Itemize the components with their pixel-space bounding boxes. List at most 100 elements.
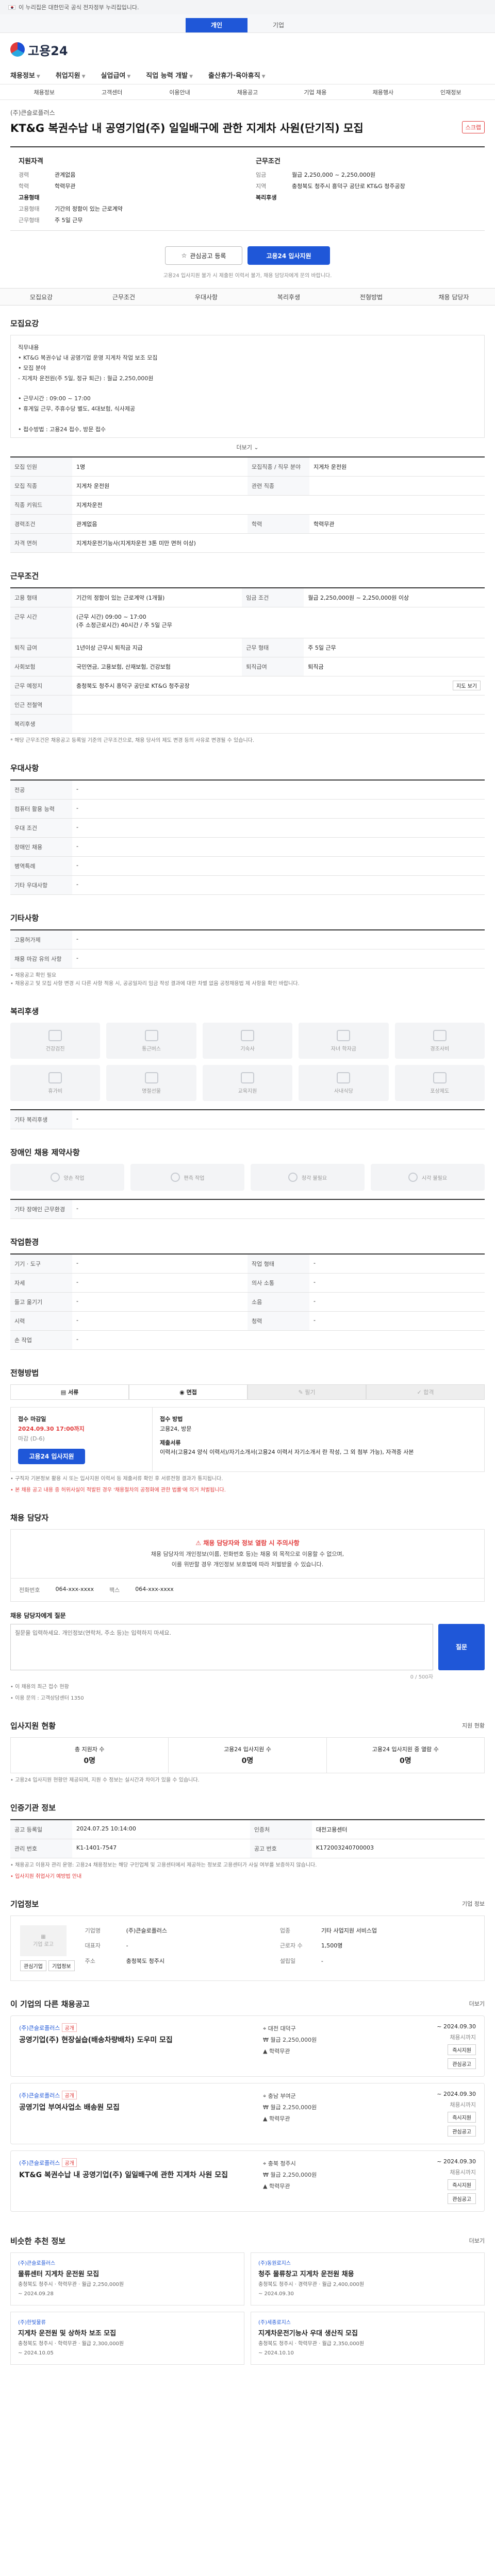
subnav-item[interactable]: 채용공고: [213, 88, 281, 96]
anchor-conditions[interactable]: 근무조건: [82, 293, 165, 301]
rec-title[interactable]: 물류센터 지게차 운전원 모집: [18, 2268, 237, 2280]
company-value: (주)큰슬로플러스: [126, 1927, 168, 1934]
tab-personal[interactable]: 개인: [186, 18, 248, 32]
section-title: 입사지원 현황: [10, 1721, 56, 1731]
job-card-meta: ⌖ 충남 부여군 ₩ 월급 2,250,000원 ▲ 학력무관: [263, 2091, 387, 2137]
nav-item-leave[interactable]: 출산휴가·육아휴직 ▼: [208, 70, 266, 80]
building-icon: ▦: [41, 1934, 46, 1940]
favorite-company-button[interactable]: 관심기업: [20, 1960, 46, 1971]
table-value: -: [72, 1330, 485, 1350]
process-step-written: ✎ 필기: [248, 1384, 366, 1400]
subnav-item[interactable]: 인재정보: [417, 88, 485, 96]
job-card-tag: 공개: [62, 2023, 77, 2032]
table-value: 주 5일 근무: [304, 638, 485, 658]
table-value: -: [72, 1292, 248, 1312]
quick-apply-button[interactable]: 즉시지원: [448, 2111, 476, 2123]
recommend-card[interactable]: (주)큰슬로플러스 물류센터 지게차 운전원 모집 충청북도 청주시 · 학력무…: [10, 2252, 244, 2306]
job-card-meta: ⌖ 충북 청주시 ₩ 월급 2,250,000원 ▲ 학력무관: [263, 2158, 387, 2204]
nav-item-training[interactable]: 직업 능력 개발 ▼: [146, 70, 193, 80]
subnav-item[interactable]: 채용행사: [349, 88, 417, 96]
tab-company[interactable]: 기업: [248, 18, 309, 32]
applicants-more-link[interactable]: 지원 현황: [462, 1721, 485, 1730]
notice-info-table: 공고 등록일 2024.07.25 10:14:00 인증처 대전고용센터 관리 번호…: [10, 1819, 485, 1858]
job-card[interactable]: (주)큰슬로플러스 공개 KT&G 복권수납 내 공영기업(주) 일일배구에 관한…: [10, 2150, 485, 2212]
job-card[interactable]: (주)큰슬로플러스 공개 공영기업(주) 현장실습(배송차량배차) 도우미 모집 …: [10, 2015, 485, 2077]
section-title-row: 입사지원 현황 지원 현황: [10, 1720, 485, 1731]
phone-value: 064-xxx-xxxx: [55, 1585, 94, 1592]
job-card-title[interactable]: 공영기업(주) 현장실습(배송차량배차) 도우미 모집: [19, 2035, 236, 2046]
expand-button[interactable]: 더보기 ⌄: [10, 438, 485, 456]
rec-date: ~ 2024.10.10: [258, 2350, 294, 2357]
rec-title[interactable]: 지게차운전기능사 우대 생산직 모집: [258, 2328, 477, 2340]
summary-value: 월급 2,250,000 ~ 2,250,000원: [292, 172, 376, 179]
table-key: 임금 조건: [242, 588, 304, 608]
anchor-process[interactable]: 전형방법: [330, 293, 412, 301]
nav-item-unemployment[interactable]: 실업급여 ▼: [101, 70, 131, 80]
notice-note-link[interactable]: • 입사지원 취업사기 예방법 안내: [10, 1873, 485, 1881]
question-input[interactable]: [10, 1623, 433, 1670]
summary-key: 지역: [256, 183, 267, 190]
process-apply-button[interactable]: 고용24 입사지원: [18, 1449, 85, 1465]
section-title: 전형방법: [10, 1368, 39, 1378]
subnav-item[interactable]: 고객센터: [78, 88, 145, 96]
interest-button[interactable]: ☆ 관심공고 등록: [165, 246, 242, 265]
cafeteria-icon: [337, 1072, 351, 1083]
rec-title[interactable]: 지게차 운전원 및 상하차 보조 모집: [18, 2328, 237, 2340]
apply-button[interactable]: 고용24 입사지원: [248, 246, 330, 265]
deadline-sub: 마감 (D-6): [18, 1435, 45, 1442]
subnav-item[interactable]: 기업 채용: [282, 88, 349, 96]
interest-job-button[interactable]: 관심공고: [448, 2058, 476, 2069]
nav-item-jobs[interactable]: 채용정보 ▼: [10, 70, 40, 80]
recommend-card[interactable]: (주)동원로지스 청주 물류창고 지게차 운전원 채용 충청북도 청주시 · 경…: [251, 2252, 485, 2306]
table-key: 근무 시간: [10, 607, 72, 639]
recommend-more-link[interactable]: 더보기: [469, 2236, 485, 2245]
rec-title[interactable]: 청주 물류창고 지게차 운전원 채용: [258, 2268, 477, 2280]
warning-title: ⚠ 채용 담당자와 정보 열람 시 주의사항: [19, 1538, 476, 1549]
quick-apply-button[interactable]: 즉시지원: [448, 2179, 476, 2190]
step-label: 면접: [186, 1389, 197, 1396]
recommend-card[interactable]: (주)세종로지스 지게차운전기능사 우대 생산직 모집 충청북도 청주시 · 학…: [251, 2312, 485, 2365]
subnav-item[interactable]: 이용안내: [146, 88, 213, 96]
interest-job-button[interactable]: 관심공고: [448, 2193, 476, 2204]
same-company-more-link[interactable]: 더보기: [469, 1999, 485, 2008]
logo-text: 고용24: [28, 43, 68, 58]
interest-job-button[interactable]: 관심공고: [448, 2125, 476, 2137]
recommend-card[interactable]: (주)한빛물류 지게차 운전원 및 상하차 보조 모집 충청북도 청주시 · 학…: [10, 2312, 244, 2365]
company-info-button[interactable]: 기업정보: [48, 1960, 75, 1971]
job-card-location: 대전 대덕구: [268, 2025, 296, 2032]
nav-item-employment-support[interactable]: 취업지원 ▼: [56, 70, 86, 80]
meta-row: ⌖ 충북 청주시: [263, 2158, 387, 2170]
anchor-welfare[interactable]: 복리후생: [248, 293, 330, 301]
table-row: 인근 전철역: [10, 695, 485, 715]
anchor-contact[interactable]: 채용 담당자: [412, 293, 495, 301]
table-key: 복리후생: [10, 714, 72, 734]
method-value: 고용24, 방문: [160, 1426, 192, 1433]
anchor-preferred[interactable]: 우대사항: [165, 293, 248, 301]
gov-banner-text: 이 누리집은 대한민국 공식 전자정부 누리집입니다.: [19, 4, 139, 11]
job-card-location: 충북 청주시: [268, 2160, 296, 2167]
meta-row: ▲ 학력무관: [263, 2113, 387, 2125]
table-key: 자세: [10, 1273, 72, 1293]
table-key: 기기 · 도구: [10, 1254, 72, 1274]
quick-apply-button[interactable]: 즉시지원: [448, 2044, 476, 2055]
job-card-title[interactable]: 공영기업 부여사업소 배송원 모집: [19, 2103, 236, 2113]
company-name[interactable]: (주)큰슬로플러스: [10, 108, 55, 117]
job-card-company: (주)큰슬로플러스: [19, 2024, 60, 2031]
scrap-button[interactable]: 스크랩: [461, 121, 485, 133]
table-key: 근무 예정지: [10, 676, 72, 696]
map-button[interactable]: 지도 보기: [453, 681, 481, 691]
job-card[interactable]: (주)큰슬로플러스 공개 공영기업 부여사업소 배송원 모집 ⌖ 충남 부여군 ₩…: [10, 2082, 485, 2144]
question-submit-button[interactable]: 질문: [438, 1623, 485, 1670]
company-more-link[interactable]: 기업 정보: [462, 1900, 485, 1908]
table-row: 사회보험 국민연금, 고용보험, 산재보험, 건강보험 퇴직급여 퇴직금: [10, 657, 485, 677]
job-card-title[interactable]: KT&G 복권수납 내 공영기업(주) 일일배구에 관한 지게차 사원 모집: [19, 2170, 236, 2181]
section-process: 전형방법 ▤ 서류 ◉ 면접 ✎ 필기 ✓ 합격 접수 마감일 2024.09.…: [0, 1355, 495, 1500]
subnav-item[interactable]: 채용정보: [10, 88, 78, 96]
site-logo[interactable]: 고용24: [10, 41, 68, 59]
table-value: -: [72, 949, 485, 969]
process-note-legal[interactable]: • 본 채용 공고 내용 중 허위사실이 적발된 경우 '채용절차의 공정화에 …: [10, 1486, 485, 1495]
table-row: 직종 키워드 지게차운전: [10, 495, 485, 515]
table-value: [309, 476, 485, 496]
anchor-recruit[interactable]: 모집요강: [0, 293, 82, 301]
